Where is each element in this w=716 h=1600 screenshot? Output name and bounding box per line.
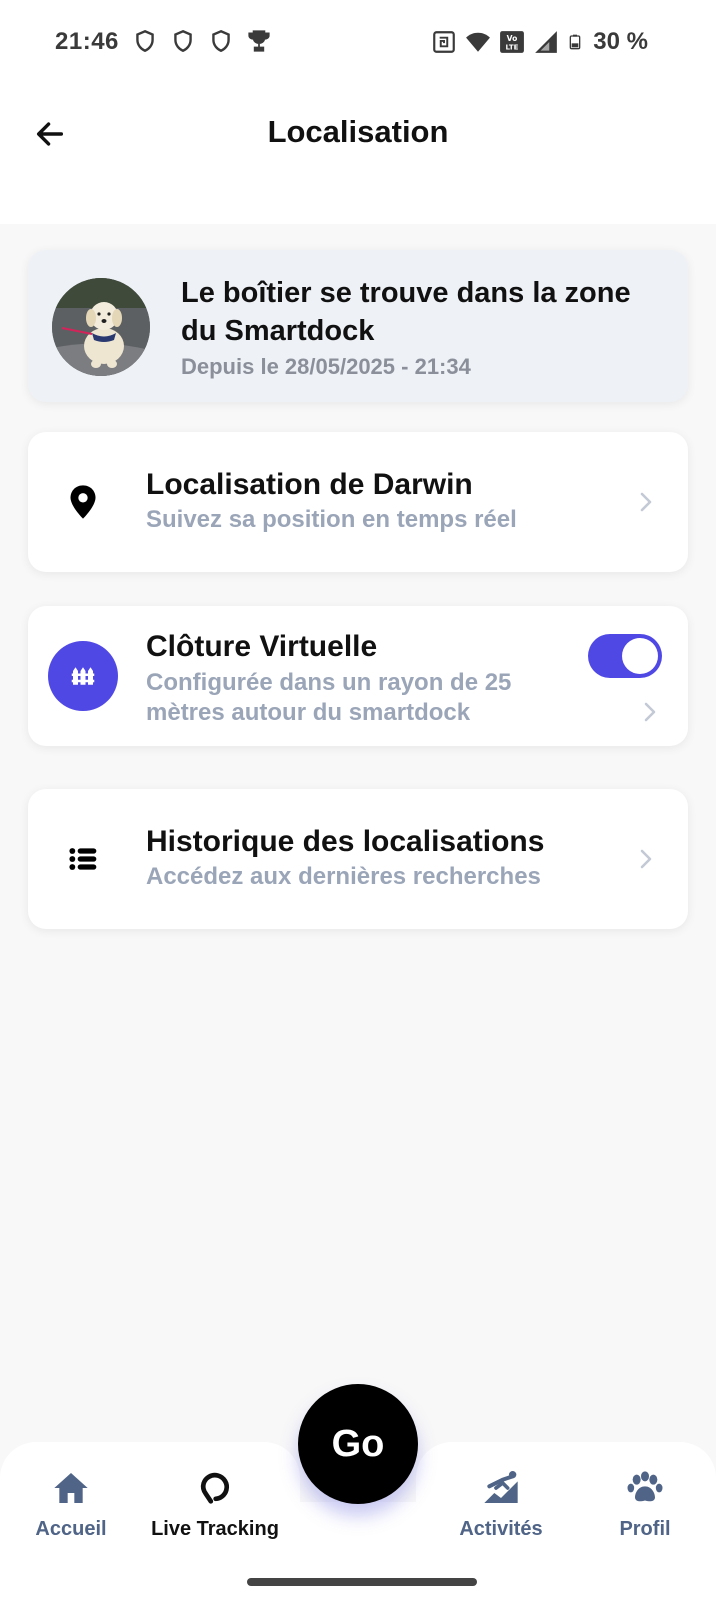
app-header: Localisation <box>0 84 716 224</box>
avatar <box>52 278 150 376</box>
page-title: Localisation <box>267 114 449 149</box>
system-icons: Vo LTE 30 % <box>431 28 648 56</box>
shield-icon <box>212 29 230 53</box>
fence-toggle[interactable] <box>588 634 662 678</box>
activities-icon <box>484 1471 518 1503</box>
trophy-icon <box>248 30 270 52</box>
battery-percent: 30 % <box>593 28 648 55</box>
fence-icon <box>71 667 95 685</box>
nav-profil[interactable]: Profil <box>570 1468 716 1541</box>
live-tracking-icon <box>200 1472 230 1504</box>
chevron-right-icon <box>634 488 658 516</box>
nav-label: Live Tracking <box>151 1518 279 1540</box>
item-title: Historique des localisations <box>146 825 545 858</box>
chevron-right-icon <box>634 845 658 873</box>
darwin-location-item[interactable]: Localisation de Darwin Suivez sa positio… <box>28 432 688 572</box>
battery-icon <box>569 34 581 50</box>
wifi-icon <box>466 32 491 52</box>
item-subtitle: Accédez aux dernières recherches <box>146 863 541 890</box>
item-subtitle: Configurée dans un rayon de 25 mètres au… <box>146 669 512 726</box>
item-subtitle: Suivez sa position en temps réel <box>146 506 517 533</box>
dog-photo <box>52 278 150 376</box>
status-since: Depuis le 28/05/2025 - 21:34 <box>181 354 471 379</box>
history-icon-wrap <box>48 824 118 894</box>
nav-label: Profil <box>619 1518 671 1540</box>
volte-icon: VoLTE <box>500 31 525 53</box>
chevron-right-icon <box>638 698 662 726</box>
location-icon-wrap <box>48 467 118 537</box>
home-indicator[interactable] <box>247 1578 477 1586</box>
status-time: 21:46 <box>55 28 119 55</box>
shield-icon <box>136 29 154 53</box>
device-status-card: Le boîtier se trouve dans la zone du Sma… <box>28 250 688 402</box>
nfc-icon <box>433 31 456 53</box>
paw-icon <box>627 1471 663 1502</box>
shield-icon <box>174 29 192 53</box>
svg-text:Vo: Vo <box>507 34 518 43</box>
svg-text:LTE: LTE <box>506 43 519 52</box>
status-bar: 21:46 Vo LTE 30 % <box>0 0 716 84</box>
list-icon <box>69 848 97 870</box>
notification-icons <box>132 28 272 54</box>
virtual-fence-item[interactable]: Clôture Virtuelle Configurée dans un ray… <box>28 606 688 746</box>
nav-label: Activités <box>459 1518 543 1540</box>
item-title: Clôture Virtuelle <box>146 630 378 663</box>
map-pin-icon <box>70 485 96 519</box>
status-title: Le boîtier se trouve dans la zone du Sma… <box>181 277 631 347</box>
fence-icon-wrap <box>48 641 118 711</box>
nav-label: Accueil <box>35 1518 107 1540</box>
nav-accueil[interactable]: Accueil <box>0 1468 146 1541</box>
signal-icon <box>535 31 558 53</box>
nav-activites[interactable]: Activités <box>426 1468 576 1541</box>
home-icon <box>54 1473 88 1503</box>
go-button[interactable]: Go <box>298 1384 418 1504</box>
toggle-knob <box>622 638 658 674</box>
nav-live-tracking[interactable]: Live Tracking <box>140 1468 290 1541</box>
location-history-item[interactable]: Historique des localisations Accédez aux… <box>28 789 688 929</box>
item-title: Localisation de Darwin <box>146 468 473 501</box>
